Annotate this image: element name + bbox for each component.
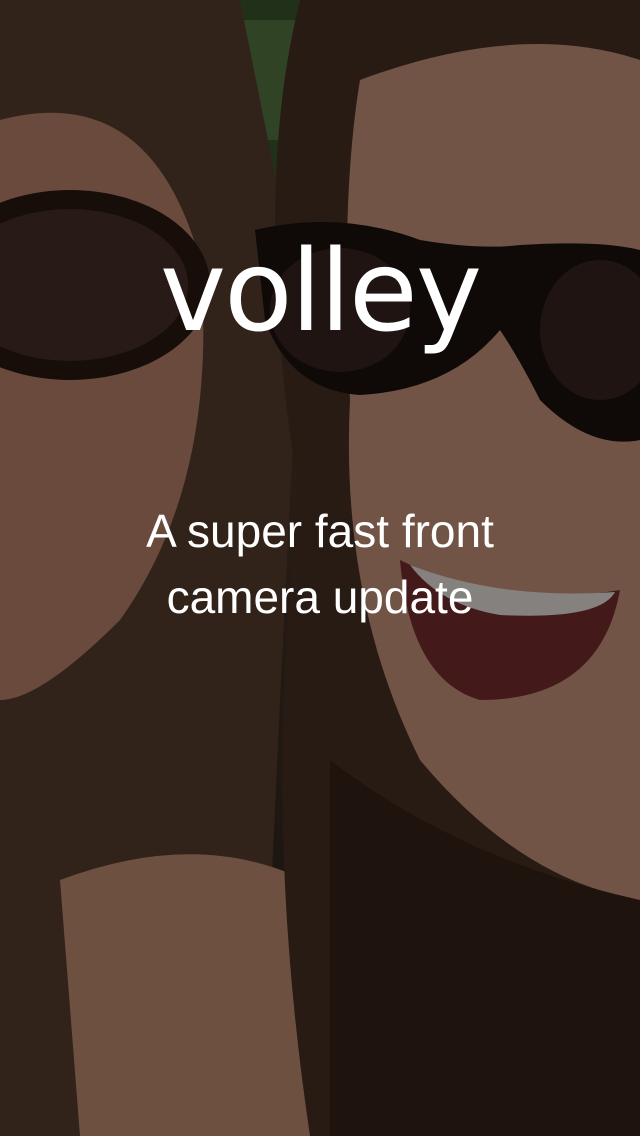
intro-content: volley A super fast front camera update: [0, 0, 640, 1136]
tagline-line-1: A super fast front: [146, 505, 494, 557]
tagline: A super fast front camera update: [0, 498, 640, 630]
tagline-line-2: camera update: [166, 571, 474, 623]
onboarding-screen: volley A super fast front camera update: [0, 0, 640, 1136]
app-logo: volley: [159, 227, 482, 357]
